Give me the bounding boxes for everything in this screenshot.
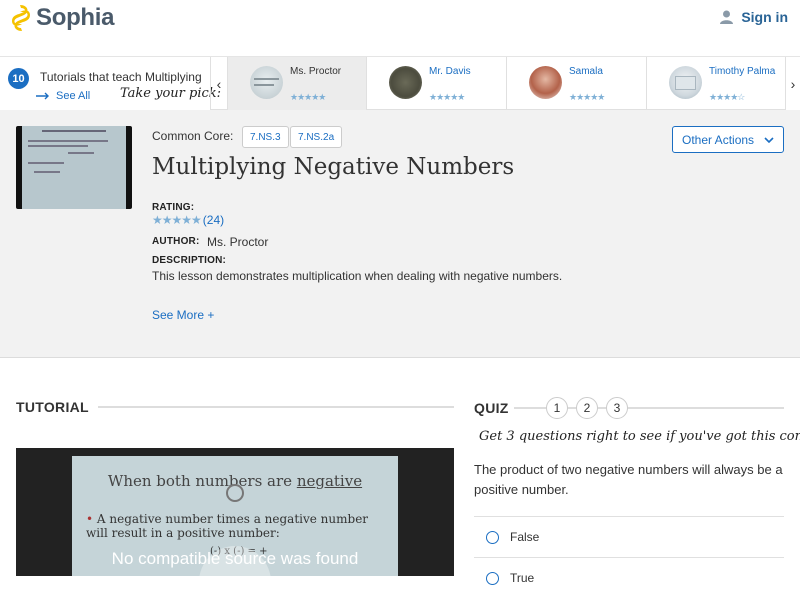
- tutorial-info-section: Common Core: 7.NS.3 7.NS.2a Other Action…: [0, 110, 800, 358]
- thumbnail-slide-image: [22, 126, 126, 209]
- tutorial-title: Multiplying Negative Numbers: [152, 154, 515, 180]
- tutor-card-1[interactable]: Ms. Proctor ★★★★★: [227, 57, 366, 110]
- common-core-label: Common Core:: [152, 129, 234, 143]
- sign-in-label: Sign in: [741, 9, 788, 25]
- rating-stars: ★★★★★: [152, 213, 202, 227]
- tutor-thumbnail: [250, 66, 283, 99]
- chevron-down-icon: [764, 136, 774, 143]
- tutorial-strip: 10 Tutorials that teach Multiplying Nega…: [0, 57, 800, 110]
- see-all-label: See All: [56, 90, 91, 102]
- video-player[interactable]: When both numbers are negative • A negat…: [16, 448, 454, 576]
- tutor-card-3[interactable]: Samala ★★★★★: [506, 57, 646, 110]
- tutor-name: Samala: [569, 66, 603, 77]
- quiz-answer-option[interactable]: True: [474, 557, 784, 598]
- tutorial-count-badge: 10: [8, 68, 29, 89]
- take-your-pick-text: Take your pick:: [120, 86, 222, 101]
- slide-title-underlined: negative: [296, 472, 363, 490]
- quiz-heading: QUIZ: [474, 400, 513, 416]
- tutor-stars: ★★★★☆: [709, 92, 745, 102]
- rating-count: (24): [202, 213, 225, 227]
- tutor-thumbnail: [529, 66, 562, 99]
- radio-button-icon[interactable]: [486, 530, 499, 544]
- quiz-answer-option[interactable]: False: [474, 516, 784, 557]
- slide-bullet: • A negative number times a negative num…: [86, 512, 376, 540]
- bullet-icon: •: [86, 512, 94, 526]
- radio-button-icon[interactable]: [486, 571, 499, 585]
- author-name: Ms. Proctor: [207, 235, 269, 249]
- tutor-thumbnail: [389, 66, 422, 99]
- sign-in-link[interactable]: Sign in: [720, 9, 788, 25]
- description-text: This lesson demonstrates multiplication …: [152, 269, 563, 283]
- chevron-right-icon: ›: [790, 75, 796, 92]
- strip-title: Tutorials that teach Multiplying Negativ…: [40, 70, 202, 84]
- see-all-link[interactable]: See All: [36, 90, 90, 102]
- strip-next-button[interactable]: ›: [785, 57, 800, 110]
- tutor-stars: ★★★★★: [429, 92, 465, 102]
- quiz-question-3-button[interactable]: 3: [606, 397, 628, 419]
- quiz-question-text: The product of two negative numbers will…: [474, 462, 783, 497]
- other-actions-button[interactable]: Other Actions: [672, 126, 784, 153]
- standard-tag[interactable]: 7.NS.2a: [290, 126, 343, 148]
- strip-summary: 10 Tutorials that teach Multiplying Nega…: [0, 57, 221, 110]
- answer-label: False: [510, 530, 540, 544]
- heading-divider: [97, 406, 454, 408]
- chevron-left-icon: ‹: [216, 75, 222, 92]
- tutorial-heading-row: TUTORIAL: [16, 398, 454, 416]
- sophia-logo-icon: [12, 5, 30, 31]
- see-more-link[interactable]: See More +: [152, 308, 214, 322]
- other-actions-label: Other Actions: [682, 132, 755, 147]
- tutor-name: Mr. Davis: [429, 66, 471, 77]
- author-label: AUTHOR:: [152, 236, 200, 247]
- slide-bullet-text: A negative number times a negative numbe…: [86, 512, 369, 540]
- standard-tag[interactable]: 7.NS.3: [242, 126, 289, 148]
- slide-title-prefix: When both numbers are: [107, 472, 297, 490]
- tutor-stars: ★★★★★: [290, 92, 326, 102]
- tutor-thumbnail: [669, 66, 702, 99]
- tutor-name: Timothy Palma: [709, 66, 776, 77]
- user-icon: [720, 10, 734, 24]
- video-error-message: No compatible source was found: [111, 549, 359, 568]
- sophia-logo[interactable]: Sophia: [10, 4, 115, 32]
- logo-text: Sophia: [36, 4, 115, 31]
- loading-spinner-icon: [226, 484, 244, 502]
- tutor-card-4[interactable]: Timothy Palma ★★★★☆: [646, 57, 785, 110]
- quiz-heading-row: QUIZ 1 2 3: [474, 397, 784, 419]
- quiz-question-2-button[interactable]: 2: [576, 397, 598, 419]
- description-label: DESCRIPTION:: [152, 255, 227, 266]
- rating-label: RATING:: [152, 202, 195, 213]
- site-header: Sophia Sign in: [0, 0, 800, 57]
- tutor-card-2[interactable]: Mr. Davis ★★★★★: [366, 57, 506, 110]
- tutor-stars: ★★★★★: [569, 92, 605, 102]
- tutorial-thumbnail[interactable]: [16, 126, 132, 209]
- rating[interactable]: ★★★★★ (24): [152, 213, 224, 227]
- arrow-right-icon: [36, 92, 49, 100]
- quiz-hint: Get 3 questions right to see if you've g…: [479, 429, 800, 444]
- strip-prev-button[interactable]: ‹: [210, 57, 227, 110]
- tutorial-heading: TUTORIAL: [16, 399, 89, 415]
- quiz-question-1-button[interactable]: 1: [546, 397, 568, 419]
- answer-label: True: [510, 571, 535, 585]
- tutor-name: Ms. Proctor: [290, 66, 342, 77]
